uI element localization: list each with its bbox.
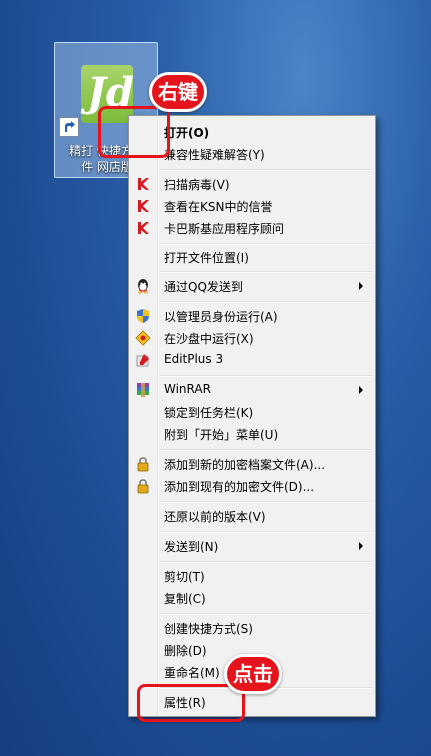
- click-callout-text: 点击: [233, 662, 273, 686]
- menu-separator: [160, 561, 372, 563]
- menu-separator: [160, 531, 372, 533]
- menu-item-label: 查看在KSN中的信誉: [164, 200, 273, 214]
- menu-item-label: 创建快捷方式(S): [164, 622, 253, 636]
- menu-item-pin-start[interactable]: 附到「开始」菜单(U): [131, 423, 373, 445]
- menu-item-copy[interactable]: 复制(C): [131, 587, 373, 609]
- shortcut-arrow-icon: [59, 117, 79, 137]
- menu-separator: [160, 449, 372, 451]
- menu-separator: [160, 301, 372, 303]
- winrar-icon: [137, 383, 149, 397]
- menu-item-run-as-admin[interactable]: 以管理员身份运行(A): [131, 305, 373, 327]
- menu-item-label: EditPlus 3: [164, 352, 224, 366]
- right-click-callout: 右键: [149, 72, 207, 112]
- kaspersky-icon: [138, 222, 149, 234]
- menu-item-add-existing-encrypted[interactable]: 添加到现有的加密文件(D)...: [131, 475, 373, 497]
- menu-separator: [160, 243, 372, 245]
- editplus-icon: [136, 354, 149, 367]
- menu-item-label: 添加到现有的加密文件(D)...: [164, 480, 315, 494]
- kaspersky-icon: [138, 178, 149, 190]
- lock-icon: [137, 479, 149, 494]
- lock-icon: [137, 457, 149, 472]
- menu-item-label: 重命名(M): [164, 666, 220, 680]
- menu-item-run-in-sandbox[interactable]: 在沙盘中运行(X): [131, 327, 373, 349]
- menu-item-create-shortcut[interactable]: 创建快捷方式(S): [131, 617, 373, 639]
- menu-separator: [160, 169, 372, 171]
- menu-item-label: 兼容性疑难解答(Y): [164, 148, 265, 162]
- menu-separator: [160, 271, 372, 273]
- menu-item-label: 打开(O): [164, 126, 210, 140]
- menu-item-label: 还原以前的版本(V): [164, 510, 266, 524]
- menu-separator: [160, 613, 372, 615]
- menu-item-add-new-encrypted[interactable]: 添加到新的加密档案文件(A)...: [131, 453, 373, 475]
- right-click-callout-text: 右键: [158, 80, 198, 104]
- menu-separator: [160, 501, 372, 503]
- properties-highlight: [137, 684, 245, 722]
- submenu-arrow-icon: [359, 542, 363, 550]
- menu-item-send-to[interactable]: 发送到(N): [131, 535, 373, 557]
- menu-item-label: 复制(C): [164, 592, 206, 606]
- menu-item-label: 打开文件位置(I): [164, 251, 249, 265]
- menu-item-label: 扫描病毒(V): [164, 178, 230, 192]
- menu-item-editplus[interactable]: EditPlus 3: [131, 349, 373, 371]
- menu-item-pin-taskbar[interactable]: 锁定到任务栏(K): [131, 401, 373, 423]
- menu-item-label: 添加到新的加密档案文件(A)...: [164, 458, 326, 472]
- menu-item-kaspersky-advisor[interactable]: 卡巴斯基应用程序顾问: [131, 217, 373, 239]
- menu-item-scan-virus[interactable]: 扫描病毒(V): [131, 173, 373, 195]
- submenu-arrow-icon: [359, 386, 363, 394]
- menu-item-label: 以管理员身份运行(A): [164, 310, 278, 324]
- click-callout: 点击: [224, 654, 282, 694]
- submenu-arrow-icon: [359, 282, 363, 290]
- kaspersky-icon: [138, 200, 149, 212]
- menu-item-restore-versions[interactable]: 还原以前的版本(V): [131, 505, 373, 527]
- menu-item-label: 删除(D): [164, 644, 207, 658]
- menu-item-cut[interactable]: 剪切(T): [131, 565, 373, 587]
- qq-icon: [138, 279, 148, 294]
- menu-item-label: 在沙盘中运行(X): [164, 332, 254, 346]
- context-menu: 打开(O) 兼容性疑难解答(Y) 扫描病毒(V) 查看在KSN中的信誉 卡巴斯基…: [128, 115, 376, 717]
- menu-item-label: 卡巴斯基应用程序顾问: [164, 222, 285, 236]
- menu-item-label: 锁定到任务栏(K): [164, 406, 254, 420]
- menu-separator: [160, 375, 372, 377]
- menu-item-label: 发送到(N): [164, 540, 219, 554]
- menu-item-open-file-location[interactable]: 打开文件位置(I): [131, 246, 373, 268]
- menu-item-winrar[interactable]: WinRAR: [131, 379, 373, 401]
- menu-item-send-via-qq[interactable]: 通过QQ发送到: [131, 275, 373, 297]
- menu-item-label: 剪切(T): [164, 570, 205, 584]
- right-click-highlight: [98, 106, 170, 158]
- menu-item-label: WinRAR: [164, 382, 211, 396]
- menu-item-label: 附到「开始」菜单(U): [164, 428, 279, 442]
- uac-shield-icon: [137, 309, 149, 323]
- menu-item-ksn-reputation[interactable]: 查看在KSN中的信誉: [131, 195, 373, 217]
- menu-item-label: 通过QQ发送到: [164, 280, 243, 294]
- sandbox-icon: [135, 330, 151, 346]
